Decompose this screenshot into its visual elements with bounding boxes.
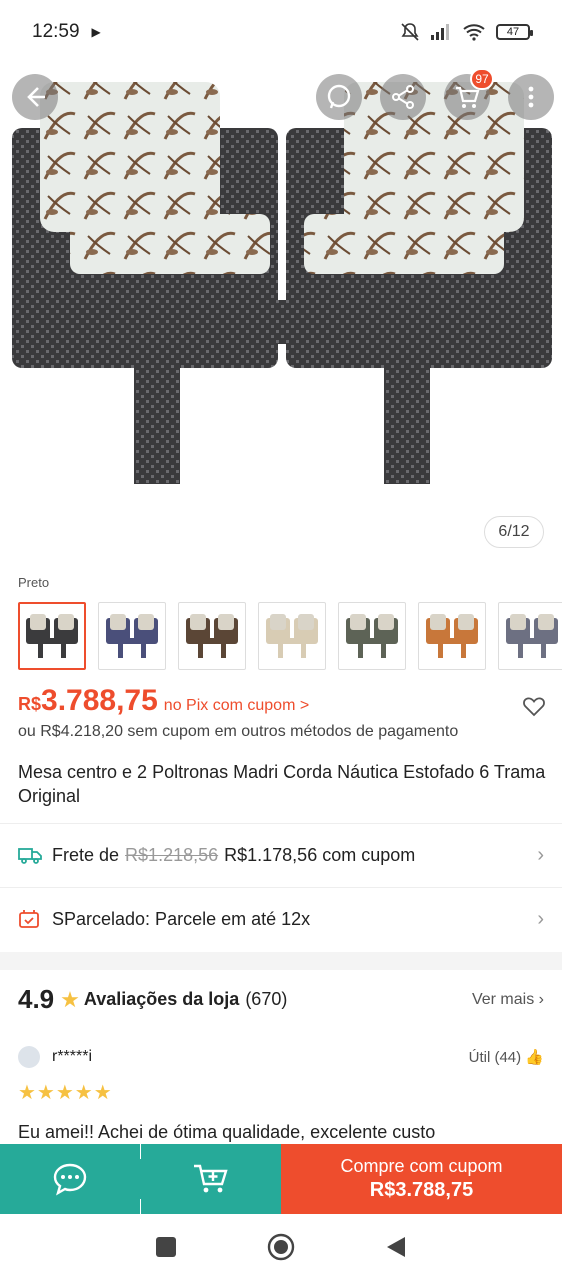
chat-button[interactable] xyxy=(0,1144,140,1214)
review-text: Eu amei!! Achei de ótima qualidade, exce… xyxy=(18,1122,436,1142)
add-to-cart-icon xyxy=(194,1164,228,1193)
avatar xyxy=(18,1046,40,1068)
installments-label: SParcelado: Parcele em até 12x xyxy=(52,908,311,929)
price-row[interactable]: R$ 3.788,75 no Pix com cupom > xyxy=(18,684,548,718)
cart-button[interactable]: 97 xyxy=(444,68,494,120)
buy-button-price: R$3.788,75 xyxy=(369,1179,474,1201)
variant-thumbnail xyxy=(106,614,158,658)
shipping-new-price: R$1.178,56 com cupom xyxy=(224,844,416,865)
installments-icon xyxy=(18,909,42,929)
helpful-button[interactable]: Útil (44) 👍 xyxy=(469,1048,544,1066)
see-more-link[interactable]: Ver mais › xyxy=(472,991,544,1009)
whatsapp-button[interactable] xyxy=(316,74,362,120)
status-icons: 47 xyxy=(400,22,533,42)
price-currency: R$ xyxy=(18,694,42,714)
back-nav-button[interactable] xyxy=(385,1235,407,1259)
variant-label: Preto xyxy=(18,575,50,590)
variant-thumbnail xyxy=(346,614,398,658)
whatsapp-icon xyxy=(327,84,351,109)
variant-swatch-laranja[interactable] xyxy=(418,602,486,670)
cart-badge: 97 xyxy=(470,68,494,90)
product-illustration xyxy=(12,82,552,484)
buy-button-label: Compre com cupom xyxy=(340,1156,503,1176)
variant-swatch-cinza[interactable] xyxy=(498,602,562,670)
heart-icon[interactable] xyxy=(522,694,546,718)
mute-icon xyxy=(401,23,419,41)
shipping-row[interactable]: Frete de R$1.218,56 R$1.178,56 com cupom… xyxy=(0,824,562,886)
buy-with-coupon-button[interactable]: Compre com cupom R$3.788,75 xyxy=(281,1144,562,1214)
pix-coupon-link[interactable]: no Pix com cupom > xyxy=(164,697,309,715)
store-rating-row: 4.9 ★ Avaliações da loja (670) Ver mais … xyxy=(18,984,544,1015)
signal-icon xyxy=(431,24,449,40)
back-button[interactable] xyxy=(12,74,58,120)
variant-swatch-bege[interactable] xyxy=(258,602,326,670)
variant-thumbnail xyxy=(186,614,238,658)
variant-swatch-verde[interactable] xyxy=(338,602,406,670)
helpful-label: Útil (44) xyxy=(468,1049,522,1066)
add-to-cart-button[interactable] xyxy=(141,1144,281,1214)
product-image[interactable] xyxy=(0,64,562,560)
see-more-label: Ver mais xyxy=(471,990,535,1008)
rating-value: 4.9 xyxy=(18,984,55,1014)
variant-swatches xyxy=(18,602,562,670)
image-counter: 6/12 xyxy=(484,516,544,548)
recents-button[interactable] xyxy=(155,1236,177,1258)
battery-level: 47 xyxy=(506,26,520,38)
home-button[interactable] xyxy=(267,1233,295,1261)
rating-count: (670) xyxy=(245,989,288,1009)
more-vertical-icon xyxy=(528,86,534,108)
chevron-right-icon: › xyxy=(537,907,544,930)
truck-icon xyxy=(18,845,42,865)
status-bar: 12:59 ▶ 47 xyxy=(0,0,562,64)
action-bar: Compre com cupom R$3.788,75 xyxy=(0,1144,562,1214)
price-value: 3.788,75 xyxy=(41,684,158,717)
shipping-label: Frete de xyxy=(52,844,120,865)
rating-label: Avaliações da loja xyxy=(83,989,240,1009)
alt-price: ou R$4.218,20 sem cupom em outros método… xyxy=(18,723,459,740)
variant-thumbnail xyxy=(26,614,78,658)
shipping-old-price: R$1.218,56 xyxy=(125,844,219,865)
product-title: Mesa centro e 2 Poltronas Madri Corda Ná… xyxy=(18,762,546,806)
variant-swatch-preto[interactable] xyxy=(18,602,86,670)
variant-thumbnail xyxy=(266,614,318,658)
star-icon: ★ xyxy=(60,986,80,1012)
share-icon xyxy=(392,85,414,109)
arrow-left-icon xyxy=(27,87,45,107)
chevron-right-icon: › xyxy=(537,843,544,866)
more-options-button[interactable] xyxy=(508,74,554,120)
reviewer-name: r*****i xyxy=(52,1048,93,1065)
installments-row[interactable]: SParcelado: Parcele em até 12x › xyxy=(0,888,562,950)
system-nav-bar xyxy=(0,1214,562,1280)
chat-icon xyxy=(53,1163,87,1196)
variant-swatch-azul[interactable] xyxy=(98,602,166,670)
variant-thumbnail xyxy=(426,614,478,658)
share-button[interactable] xyxy=(380,74,426,120)
review-stars: ★★★★★ xyxy=(18,1082,113,1104)
variant-thumbnail xyxy=(506,614,558,658)
review-header: r*****i Útil (44) 👍 xyxy=(18,1046,544,1068)
battery-icon: 47 xyxy=(496,24,533,40)
section-divider xyxy=(0,952,562,970)
variant-swatch-marrom[interactable] xyxy=(178,602,246,670)
wifi-icon xyxy=(463,24,485,41)
play-icon: ▶ xyxy=(91,25,101,39)
status-time: 12:59 xyxy=(32,21,80,42)
thumbs-up-icon: 👍 xyxy=(525,1049,544,1066)
